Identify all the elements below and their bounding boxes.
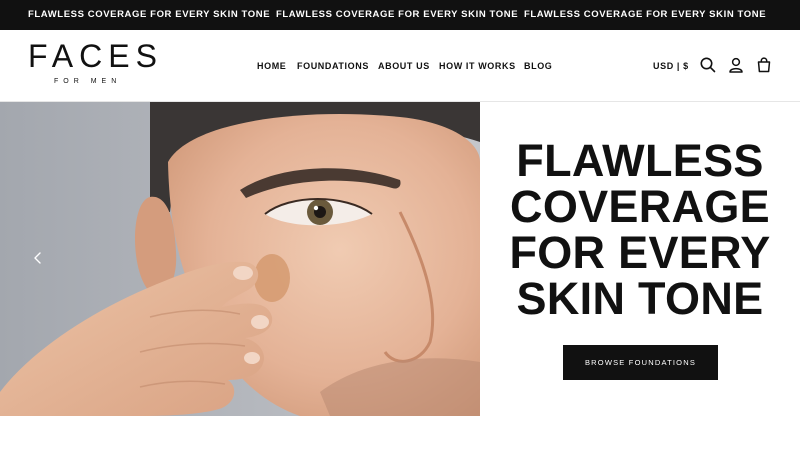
nav-about-us[interactable]: ABOUT US xyxy=(378,60,430,72)
hero-banner: FLAWLESS COVERAGE FOR EVERY SKIN TONE BR… xyxy=(0,102,800,416)
chevron-left-icon[interactable] xyxy=(28,248,48,268)
nav-home[interactable]: HOME xyxy=(257,60,286,72)
nav-blog[interactable]: BLOG xyxy=(524,60,552,72)
announcement-message: FLAWLESS COVERAGE FOR EVERY SKIN TONE xyxy=(276,9,519,20)
announcement-message: FLAWLESS COVERAGE FOR EVERY SKIN TONE xyxy=(28,9,271,20)
currency-selector[interactable]: USD | $ xyxy=(653,60,689,72)
hero-headline-line: FLAWLESS xyxy=(516,135,764,186)
logo-wordmark: FACES xyxy=(28,38,163,74)
account-icon[interactable] xyxy=(727,56,745,74)
hero-headline-line: FOR EVERY xyxy=(509,227,771,278)
browse-foundations-button[interactable]: BROWSE FOUNDATIONS xyxy=(563,345,718,380)
hero-headline-line: SKIN TONE xyxy=(516,273,764,324)
nav-foundations[interactable]: FOUNDATIONS xyxy=(297,60,369,72)
search-icon[interactable] xyxy=(699,56,717,74)
announcement-message: FLAWLESS COVERAGE FOR EVERY SKIN TONE xyxy=(524,9,767,20)
site-header: FACES FOR MEN HOME FOUNDATIONS ABOUT US … xyxy=(0,30,800,102)
hero-headline: FLAWLESS COVERAGE FOR EVERY SKIN TONE xyxy=(480,138,800,322)
logo[interactable]: FACES FOR MEN xyxy=(28,39,157,91)
hero-content: FLAWLESS COVERAGE FOR EVERY SKIN TONE BR… xyxy=(480,102,800,416)
hero-headline-line: COVERAGE xyxy=(510,181,770,232)
hero-image xyxy=(0,102,480,416)
announcement-bar: FLAWLESS COVERAGE FOR EVERY SKIN TONE FL… xyxy=(0,0,800,30)
logo-tagline: FOR MEN xyxy=(54,78,122,85)
nav-how-it-works[interactable]: HOW IT WORKS xyxy=(439,60,516,72)
cart-icon[interactable] xyxy=(755,56,773,74)
